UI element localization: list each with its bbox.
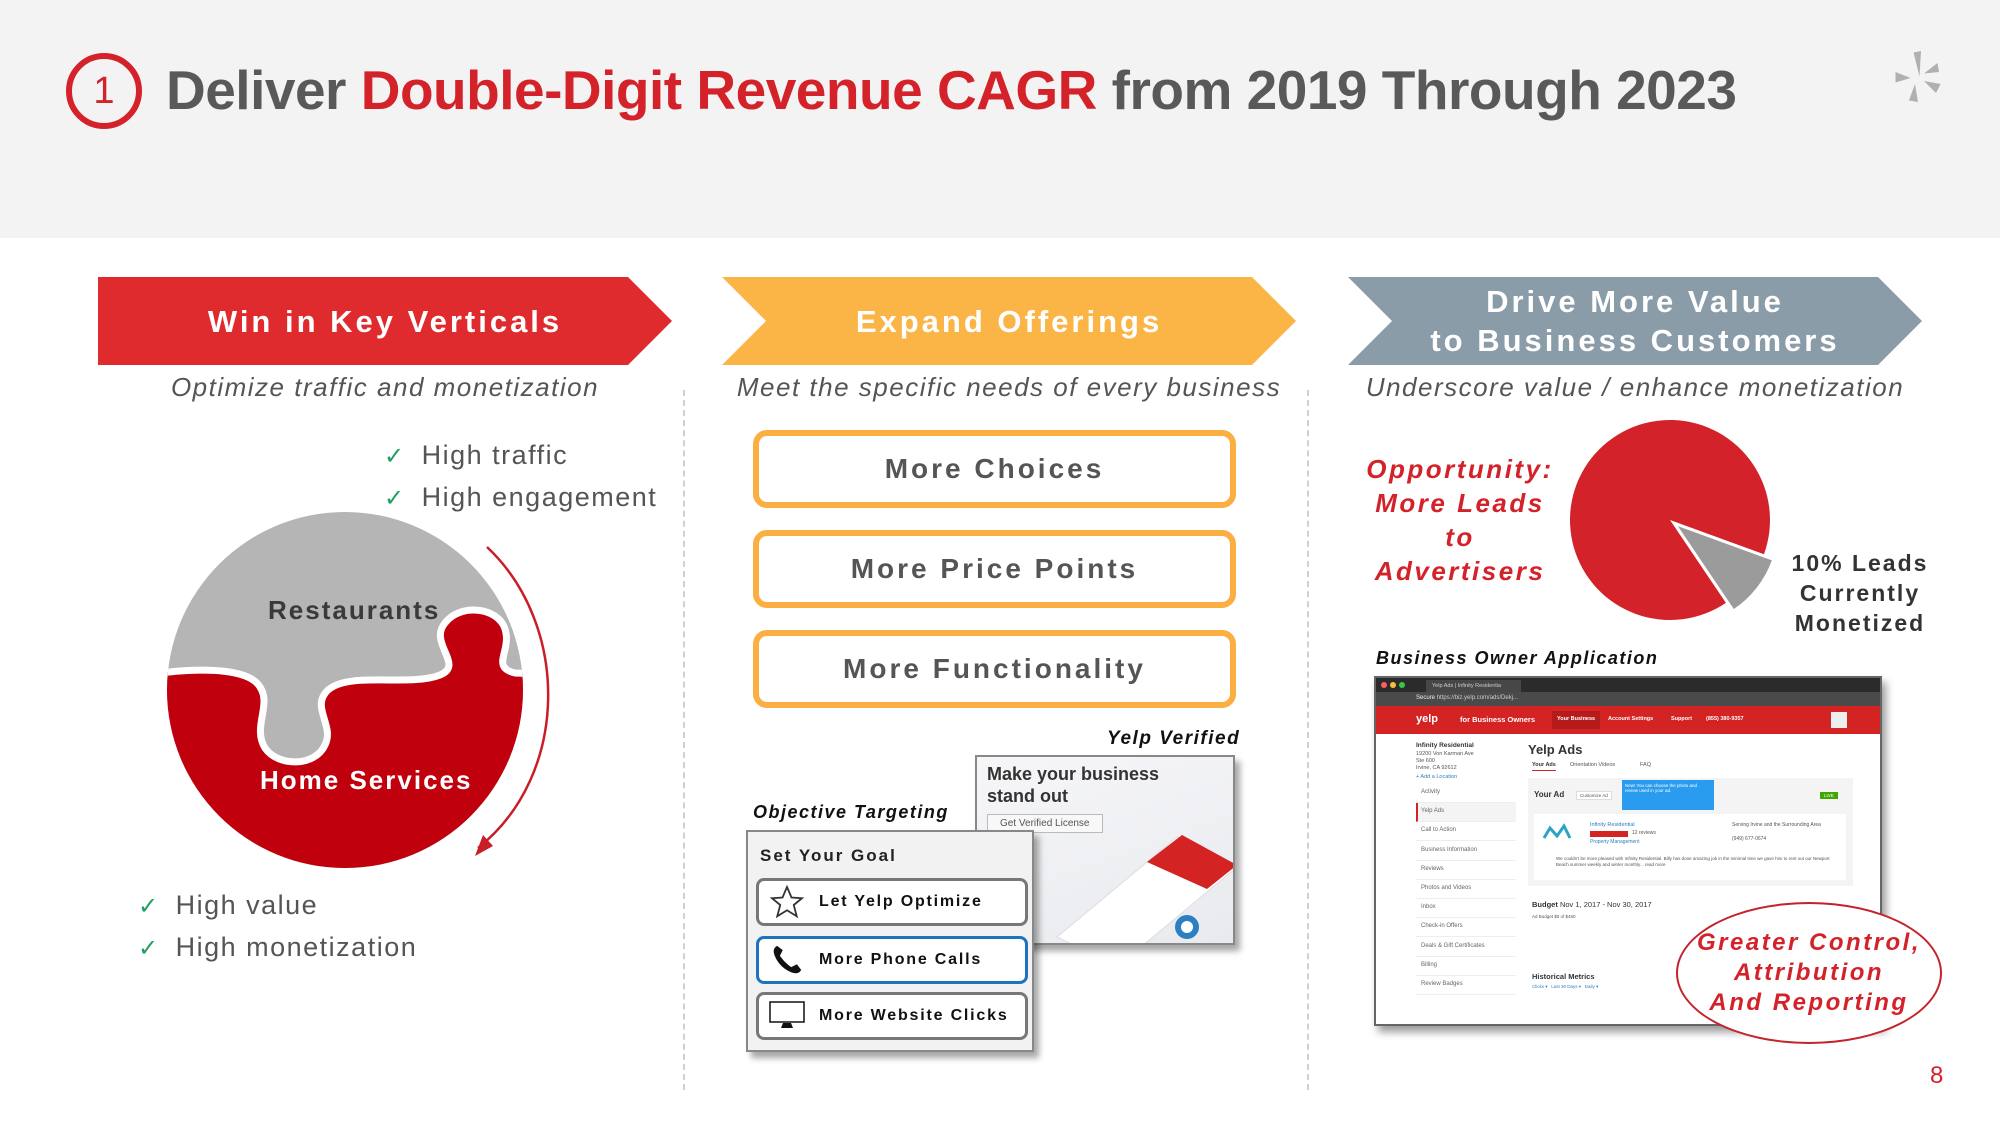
column-header-text: Expand Offerings xyxy=(855,303,1163,339)
sidebar-item[interactable]: Yelp Ads xyxy=(1416,803,1516,823)
puzzle-label-home-services: Home Services xyxy=(260,765,473,795)
sidebar-item[interactable]: Inbox xyxy=(1416,899,1516,919)
goal-option-more-phone-calls[interactable]: More Phone Calls xyxy=(756,936,1028,984)
browser-tab-bar: Yelp Ads | Infinity Residentia xyxy=(1376,678,1880,692)
column-header-value: Drive More Value to Business Customers xyxy=(1348,277,1922,365)
star-rating xyxy=(1590,831,1628,837)
set-your-goal-title: Set Your Goal xyxy=(760,846,897,865)
column-divider xyxy=(1307,390,1309,1090)
objective-targeting-caption: Objective Targeting xyxy=(753,802,949,822)
column-subtitle-verticals: Optimize traffic and monetization xyxy=(170,372,600,402)
browser-tab[interactable]: Yelp Ads | Infinity Residentia xyxy=(1426,680,1521,692)
nav-account-settings[interactable]: Account Settings xyxy=(1608,716,1653,722)
column-subtitle-value: Underscore value / enhance monetization xyxy=(1365,372,1905,402)
leads-pie-chart xyxy=(1570,420,1772,620)
yelp-ads-title: Yelp Ads xyxy=(1528,742,1583,757)
sidebar-item[interactable]: Billing xyxy=(1416,957,1516,976)
nav-support[interactable]: Support xyxy=(1671,716,1692,722)
historical-metrics-title: Historical Metrics xyxy=(1532,972,1595,981)
greater-control-callout: Greater Control, Attribution And Reporti… xyxy=(1676,902,1942,1044)
title-highlight: Double-Digit Revenue CAGR xyxy=(360,59,1098,121)
checkmark-icon: ✓ xyxy=(384,443,406,470)
verified-headline: Make your business stand out xyxy=(987,764,1160,806)
metrics-filters[interactable]: Clicks ▾ Last 30 Days ▾ Daily ▾ xyxy=(1532,984,1598,990)
nav-phone: (855) 380-9357 xyxy=(1706,716,1744,722)
objective-targeting-panel: Set Your Goal Let Yelp Optimize More Pho… xyxy=(746,830,1034,1052)
browser-url-bar[interactable]: Secure https://biz.yelp.com/ads/Dekj... xyxy=(1376,692,1880,706)
phone-icon xyxy=(765,940,809,980)
section-number-badge: 1 xyxy=(66,53,142,129)
offering-box-choices: More Choices xyxy=(753,430,1236,508)
business-address: 19200 Von Karman Ave Ste 600 Irvine, CA … xyxy=(1416,751,1474,771)
window-close-dot xyxy=(1381,682,1387,688)
column-subtitle-offerings: Meet the specific needs of every busines… xyxy=(736,372,1282,402)
phone-mockup-graphic xyxy=(1056,835,1233,943)
nav-your-business[interactable]: Your Business xyxy=(1552,711,1601,729)
window-zoom-dot xyxy=(1399,682,1405,688)
check-item: ✓ High value xyxy=(138,890,319,920)
live-badge: LIVE xyxy=(1820,792,1838,799)
sidebar-item[interactable]: Check-in Offers xyxy=(1416,918,1516,938)
budget-header: Budget Nov 1, 2017 - Nov 30, 2017 xyxy=(1532,900,1652,909)
puzzle-circle-graphic xyxy=(167,512,550,868)
yelp-biz-navbar: yelp for Business Owners Your Business A… xyxy=(1376,706,1880,734)
sidebar-item[interactable]: Reviews xyxy=(1416,861,1516,880)
sidebar-item[interactable]: Deals & Gift Certificates xyxy=(1416,938,1516,957)
column-header-verticals: Win in Key Verticals xyxy=(98,277,672,365)
column-header-offerings: Expand Offerings xyxy=(722,277,1296,365)
page-title: Deliver Double-Digit Revenue CAGR from 2… xyxy=(166,58,1737,122)
tooltip-new: New! You can choose the photo and review… xyxy=(1622,780,1714,810)
yelp-burst-logo-icon xyxy=(1895,51,1941,102)
sidebar-item[interactable]: Business Information xyxy=(1416,842,1516,861)
brand-suffix: for Business Owners xyxy=(1460,715,1536,724)
column-header-text: Win in Key Verticals xyxy=(207,303,563,339)
goal-option-let-yelp-optimize[interactable]: Let Yelp Optimize xyxy=(756,878,1028,926)
sidebar-item[interactable]: Photos and Videos xyxy=(1416,880,1516,899)
column-header-text-line2: to Business Customers xyxy=(1430,323,1840,358)
checkmark-icon: ✓ xyxy=(138,935,160,962)
checkmark-icon: ✓ xyxy=(138,893,160,920)
title-prefix: Deliver xyxy=(166,59,361,121)
star-icon xyxy=(765,882,809,922)
sidebar-item[interactable]: Review Badges xyxy=(1416,976,1516,995)
sidebar-item[interactable]: Call to Action xyxy=(1416,822,1516,842)
title-suffix: from 2019 Through 2023 xyxy=(1096,59,1737,121)
monitor-icon xyxy=(765,996,809,1036)
check-item: ✓ High monetization xyxy=(138,932,418,962)
tab-orientation-videos[interactable]: Orientation Videos xyxy=(1570,762,1615,768)
ad-budget: Ad Budget $0 of $450 xyxy=(1532,914,1576,919)
offering-box-functionality: More Functionality xyxy=(753,630,1236,708)
column-header-text-line1: Drive More Value xyxy=(1486,284,1784,319)
header-band: 1 Deliver Double-Digit Revenue CAGR from… xyxy=(0,0,2000,238)
puzzle-label-restaurants: Restaurants xyxy=(268,595,441,625)
your-ad-panel: Your Ad Customize Ad New! You can choose… xyxy=(1528,778,1853,886)
add-location-link[interactable]: + Add a Location xyxy=(1416,774,1457,780)
yelp-verified-caption: Yelp Verified xyxy=(1107,728,1241,749)
tab-your-ads[interactable]: Your Ads xyxy=(1532,762,1556,771)
pie-label-monetized: 10% Leads Currently Monetized xyxy=(1791,550,1929,636)
avatar[interactable] xyxy=(1831,712,1847,728)
offering-box-price-points: More Price Points xyxy=(753,530,1236,608)
sidebar-item[interactable]: Activity xyxy=(1416,784,1516,803)
opportunity-text: Opportunity: More Leads to Advertisers xyxy=(1366,454,1554,586)
goal-option-more-website-clicks[interactable]: More Website Clicks xyxy=(756,992,1028,1040)
infinity-logo-icon xyxy=(1542,823,1572,839)
tab-faq[interactable]: FAQ xyxy=(1640,762,1651,768)
business-owner-app-caption: Business Owner Application xyxy=(1376,648,1659,668)
page-number: 8 xyxy=(1930,1062,1944,1089)
yelp-brand: yelp xyxy=(1416,713,1439,725)
column-divider xyxy=(683,390,685,1090)
check-item: ✓ High traffic xyxy=(384,440,569,470)
business-name: Infinity Residential xyxy=(1416,742,1474,749)
customize-ad-button[interactable]: Customize Ad xyxy=(1576,791,1612,800)
window-minimize-dot xyxy=(1390,682,1396,688)
